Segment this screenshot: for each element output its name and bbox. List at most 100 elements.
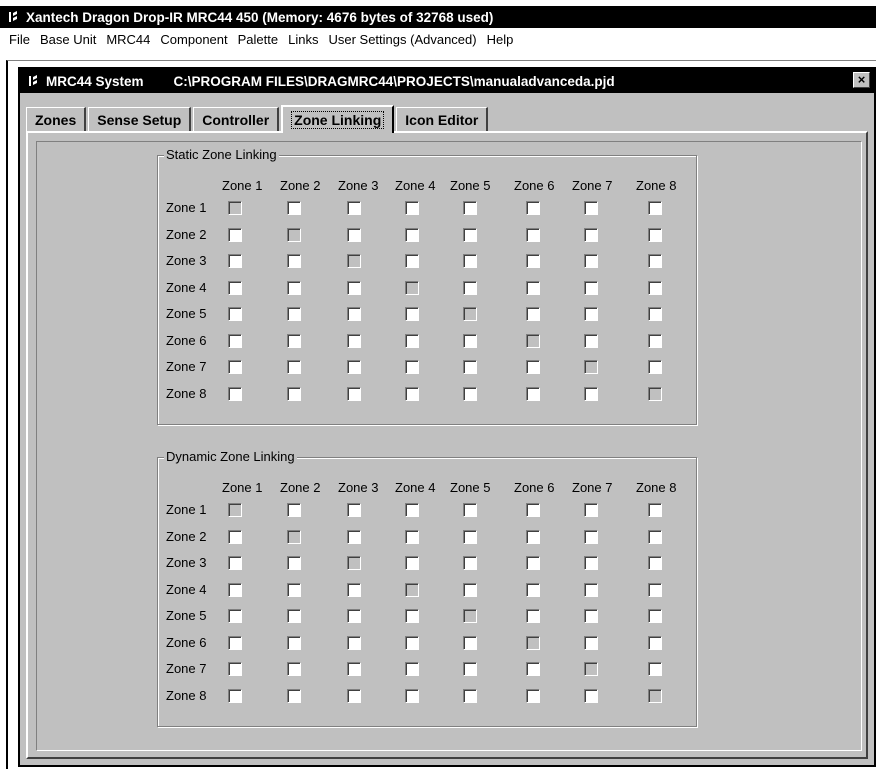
static-link-checkbox-7-8[interactable] (648, 360, 662, 374)
menu-item-mrc44[interactable]: MRC44 (101, 32, 155, 47)
static-link-checkbox-1-7[interactable] (584, 201, 598, 215)
dynamic-link-checkbox-5-1[interactable] (228, 609, 242, 623)
dynamic-link-checkbox-1-8[interactable] (648, 503, 662, 517)
dynamic-link-checkbox-5-6[interactable] (526, 609, 540, 623)
menu-item-file[interactable]: File (4, 32, 35, 47)
dynamic-link-checkbox-2-5[interactable] (463, 529, 477, 544)
static-link-checkbox-6-7[interactable] (584, 333, 598, 348)
static-link-checkbox-1-5[interactable] (463, 201, 477, 215)
dynamic-link-checkbox-6-7[interactable] (584, 635, 598, 650)
static-link-checkbox-8-4[interactable] (405, 386, 419, 401)
dynamic-link-checkbox-4-2[interactable] (287, 582, 301, 597)
static-link-checkbox-5-4[interactable] (405, 307, 419, 321)
menu-item-links[interactable]: Links (283, 32, 323, 47)
menu-item-palette[interactable]: Palette (233, 32, 283, 47)
static-link-checkbox-2-6[interactable] (526, 227, 540, 242)
dynamic-link-checkbox-2-4[interactable] (405, 529, 419, 544)
dynamic-link-checkbox-8-2[interactable] (287, 688, 301, 703)
dynamic-link-checkbox-8-5[interactable] (463, 688, 477, 703)
dynamic-link-checkbox-6-4[interactable] (405, 635, 419, 650)
tab-zone-linking[interactable]: Zone Linking (281, 105, 395, 133)
dynamic-link-checkbox-7-6[interactable] (526, 662, 540, 676)
dynamic-link-checkbox-1-7[interactable] (584, 503, 598, 517)
dynamic-link-checkbox-1-3[interactable] (347, 503, 361, 517)
static-link-checkbox-5-2[interactable] (287, 307, 301, 321)
dynamic-link-checkbox-5-8[interactable] (648, 609, 662, 623)
static-link-checkbox-4-7[interactable] (584, 280, 598, 295)
static-link-checkbox-7-1[interactable] (228, 360, 242, 374)
dynamic-link-checkbox-4-5[interactable] (463, 582, 477, 597)
menu-item-user-settings-advanced[interactable]: User Settings (Advanced) (323, 32, 481, 47)
static-link-checkbox-8-6[interactable] (526, 386, 540, 401)
dynamic-link-checkbox-8-1[interactable] (228, 688, 242, 703)
static-link-checkbox-3-2[interactable] (287, 254, 301, 268)
dynamic-link-checkbox-7-8[interactable] (648, 662, 662, 676)
dynamic-link-checkbox-3-7[interactable] (584, 556, 598, 570)
static-link-checkbox-6-1[interactable] (228, 333, 242, 348)
static-link-checkbox-2-1[interactable] (228, 227, 242, 242)
static-link-checkbox-4-3[interactable] (347, 280, 361, 295)
static-link-checkbox-1-8[interactable] (648, 201, 662, 215)
static-link-checkbox-6-2[interactable] (287, 333, 301, 348)
dynamic-link-checkbox-5-7[interactable] (584, 609, 598, 623)
dynamic-link-checkbox-7-5[interactable] (463, 662, 477, 676)
tab-controller[interactable]: Controller (193, 107, 280, 131)
static-link-checkbox-7-2[interactable] (287, 360, 301, 374)
static-link-checkbox-3-8[interactable] (648, 254, 662, 268)
dynamic-link-checkbox-5-3[interactable] (347, 609, 361, 623)
static-link-checkbox-5-8[interactable] (648, 307, 662, 321)
static-link-checkbox-1-6[interactable] (526, 201, 540, 215)
static-link-checkbox-1-3[interactable] (347, 201, 361, 215)
dynamic-link-checkbox-5-2[interactable] (287, 609, 301, 623)
static-link-checkbox-3-7[interactable] (584, 254, 598, 268)
dynamic-link-checkbox-6-8[interactable] (648, 635, 662, 650)
dynamic-link-checkbox-4-8[interactable] (648, 582, 662, 597)
static-link-checkbox-8-1[interactable] (228, 386, 242, 401)
static-link-checkbox-2-5[interactable] (463, 227, 477, 242)
static-link-checkbox-5-3[interactable] (347, 307, 361, 321)
static-link-checkbox-8-2[interactable] (287, 386, 301, 401)
static-link-checkbox-2-3[interactable] (347, 227, 361, 242)
dynamic-link-checkbox-8-7[interactable] (584, 688, 598, 703)
menu-item-base-unit[interactable]: Base Unit (35, 32, 101, 47)
dynamic-link-checkbox-2-3[interactable] (347, 529, 361, 544)
dynamic-link-checkbox-3-4[interactable] (405, 556, 419, 570)
dynamic-link-checkbox-7-2[interactable] (287, 662, 301, 676)
dynamic-link-checkbox-7-3[interactable] (347, 662, 361, 676)
menu-item-help[interactable]: Help (482, 32, 519, 47)
static-link-checkbox-1-2[interactable] (287, 201, 301, 215)
dynamic-link-checkbox-8-3[interactable] (347, 688, 361, 703)
dynamic-link-checkbox-3-6[interactable] (526, 556, 540, 570)
static-link-checkbox-8-7[interactable] (584, 386, 598, 401)
static-link-checkbox-3-4[interactable] (405, 254, 419, 268)
tab-zones[interactable]: Zones (26, 107, 87, 131)
dynamic-link-checkbox-4-3[interactable] (347, 582, 361, 597)
dynamic-link-checkbox-3-1[interactable] (228, 556, 242, 570)
static-link-checkbox-5-7[interactable] (584, 307, 598, 321)
static-link-checkbox-4-2[interactable] (287, 280, 301, 295)
static-link-checkbox-3-6[interactable] (526, 254, 540, 268)
dynamic-link-checkbox-4-6[interactable] (526, 582, 540, 597)
dynamic-link-checkbox-4-1[interactable] (228, 582, 242, 597)
static-link-checkbox-7-3[interactable] (347, 360, 361, 374)
static-link-checkbox-3-1[interactable] (228, 254, 242, 268)
dynamic-link-checkbox-2-8[interactable] (648, 529, 662, 544)
dynamic-link-checkbox-3-8[interactable] (648, 556, 662, 570)
dynamic-link-checkbox-8-6[interactable] (526, 688, 540, 703)
dynamic-link-checkbox-1-6[interactable] (526, 503, 540, 517)
dynamic-link-checkbox-6-3[interactable] (347, 635, 361, 650)
static-link-checkbox-4-6[interactable] (526, 280, 540, 295)
static-link-checkbox-6-5[interactable] (463, 333, 477, 348)
static-link-checkbox-4-1[interactable] (228, 280, 242, 295)
static-link-checkbox-6-4[interactable] (405, 333, 419, 348)
static-link-checkbox-6-3[interactable] (347, 333, 361, 348)
dynamic-link-checkbox-2-6[interactable] (526, 529, 540, 544)
close-icon[interactable]: × (853, 72, 870, 88)
dynamic-link-checkbox-1-5[interactable] (463, 503, 477, 517)
dynamic-link-checkbox-6-2[interactable] (287, 635, 301, 650)
static-link-checkbox-3-5[interactable] (463, 254, 477, 268)
app-titlebar[interactable]: Xantech Dragon Drop-IR MRC44 450 (Memory… (0, 6, 876, 28)
static-link-checkbox-7-6[interactable] (526, 360, 540, 374)
static-link-checkbox-7-4[interactable] (405, 360, 419, 374)
dynamic-link-checkbox-7-4[interactable] (405, 662, 419, 676)
